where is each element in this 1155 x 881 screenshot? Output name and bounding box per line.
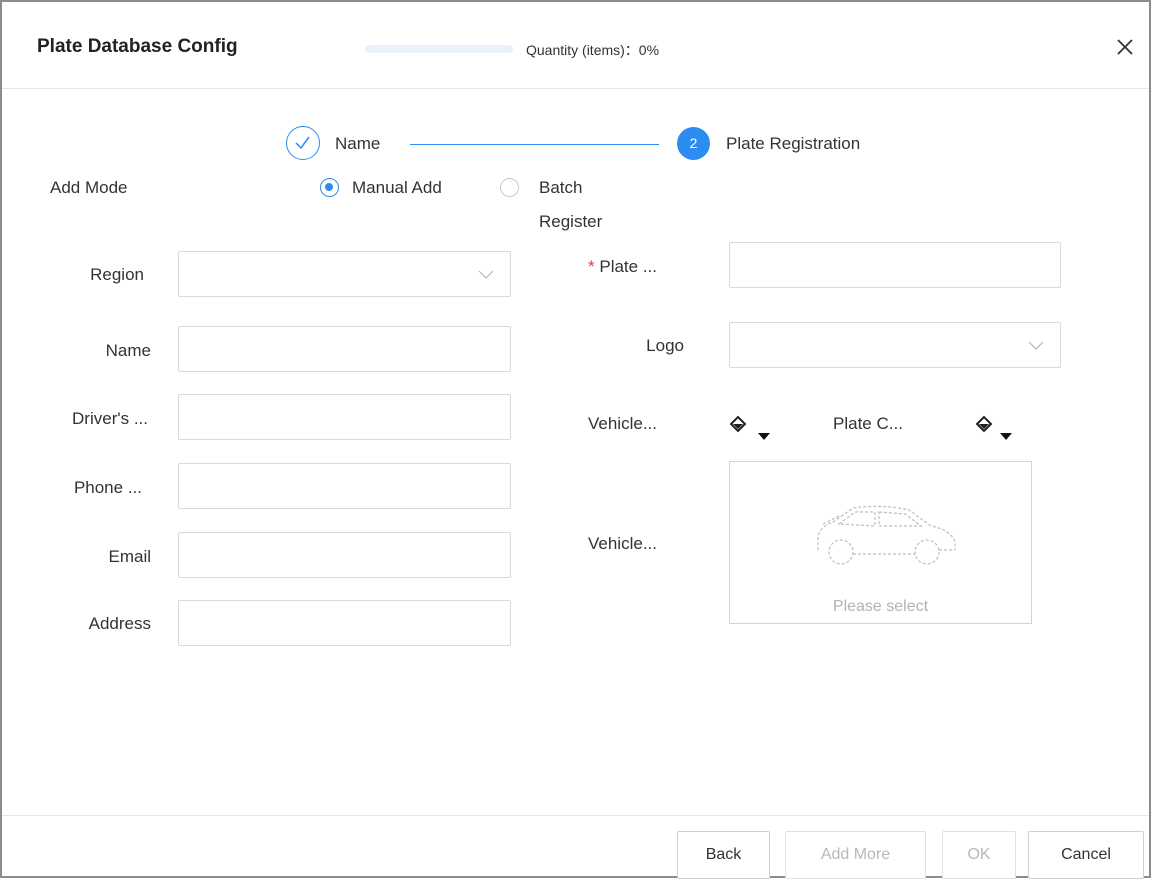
add-mode-label: Add Mode: [50, 178, 128, 197]
back-button[interactable]: Back: [677, 831, 770, 879]
drivers-name-input[interactable]: [178, 394, 511, 440]
quantity-label: Quantity (items)：0%: [526, 42, 660, 58]
vehicle-color-label: Vehicle...: [588, 414, 657, 433]
plate-database-config-dialog: Plate Database Config Quantity (items)：0…: [0, 0, 1151, 879]
plate-color-label: Plate C...: [833, 414, 903, 433]
quantity-progress-bar: [365, 45, 513, 53]
cancel-button[interactable]: Cancel: [1028, 831, 1144, 879]
manual-add-label[interactable]: Manual Add: [352, 178, 442, 198]
plate-color-paint-bucket-icon[interactable]: [976, 415, 1016, 443]
logo-select[interactable]: [729, 322, 1061, 368]
car-outline-icon: [817, 505, 956, 565]
phone-input[interactable]: [178, 463, 511, 509]
vehicle-image-picker[interactable]: Please select: [729, 461, 1032, 624]
name-label: Name: [105, 341, 151, 360]
batch-register-label-line1[interactable]: Batch: [539, 178, 582, 198]
add-more-button[interactable]: Add More: [785, 831, 926, 879]
batch-register-radio[interactable]: [500, 178, 519, 197]
step-plate-registration-number: 2: [677, 127, 710, 160]
chevron-down-icon: [1028, 341, 1044, 350]
vehicle-image-label: Vehicle...: [588, 534, 657, 553]
email-input[interactable]: [178, 532, 511, 578]
required-mark: *: [588, 257, 595, 276]
plate-number-label-text: Plate ...: [599, 257, 657, 276]
step-name-label: Name: [335, 134, 381, 153]
drivers-name-label: Driver's ...: [72, 409, 148, 428]
vehicle-color-paint-bucket-icon[interactable]: [730, 415, 770, 443]
address-label: Address: [88, 614, 151, 633]
batch-register-label-line2[interactable]: Register: [539, 212, 602, 232]
address-input[interactable]: [178, 600, 511, 646]
manual-add-radio[interactable]: [320, 178, 339, 197]
phone-label: Phone ...: [73, 478, 142, 497]
dialog-title: Plate Database Config: [37, 36, 238, 57]
plate-number-input[interactable]: [729, 242, 1061, 288]
name-input[interactable]: [178, 326, 511, 372]
region-select[interactable]: [178, 251, 511, 297]
plate-number-label: * Plate ...: [588, 257, 657, 277]
vehicle-image-hint: Please select: [832, 598, 929, 615]
email-label: Email: [108, 547, 151, 566]
step-connector: [410, 144, 659, 145]
chevron-down-icon: [478, 270, 494, 279]
close-icon[interactable]: [1112, 34, 1138, 60]
dialog-header: Plate Database Config Quantity (items)：0…: [2, 2, 1149, 89]
ok-button[interactable]: OK: [942, 831, 1016, 879]
step-plate-registration-label: Plate Registration: [726, 134, 861, 153]
region-label: Region: [90, 265, 144, 284]
logo-label: Logo: [646, 336, 684, 355]
step-name-check-icon: [286, 126, 320, 160]
